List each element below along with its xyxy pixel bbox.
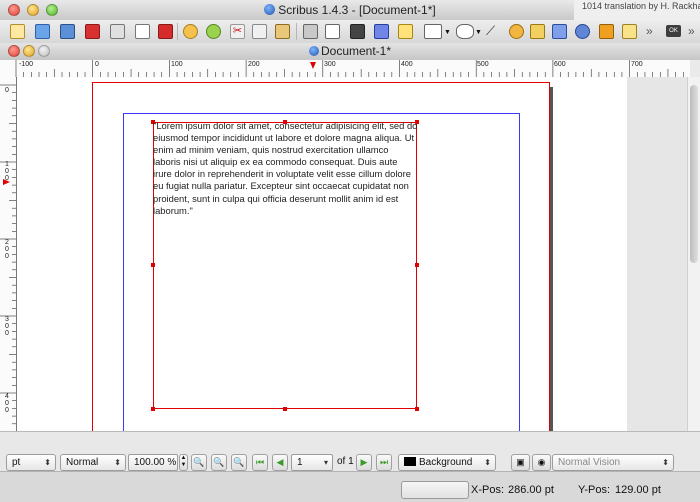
ruler-label: 200 <box>248 61 260 68</box>
document-icon <box>308 46 319 56</box>
freehand-line-icon[interactable] <box>530 24 545 39</box>
new-document-icon[interactable] <box>10 24 25 39</box>
app-title-bar: Scribus 1.4.3 - [Document-1*] 1014 trans… <box>0 0 700 21</box>
edit-contents-icon[interactable] <box>599 24 614 39</box>
ruler-label: 0 <box>95 61 99 68</box>
vertical-scrollbar-thumb[interactable] <box>690 85 698 263</box>
progress-bar <box>401 481 469 499</box>
view-mode-icon[interactable]: ◉ <box>532 454 551 471</box>
resize-handle[interactable] <box>151 407 155 411</box>
horizontal-cursor-marker <box>310 62 316 69</box>
vertical-ruler[interactable]: 0 1 0 0 2 0 0 3 0 0 4 0 0 <box>0 77 17 431</box>
rotate-item-icon[interactable] <box>552 24 567 39</box>
y-position-label: Y-Pos: <box>578 484 611 496</box>
document-title: Document-1* <box>0 44 700 58</box>
canvas-pasteboard[interactable] <box>627 77 687 431</box>
layer-select[interactable]: Background ⬍ <box>398 454 496 471</box>
page-number-input[interactable]: 1 ▾ <box>291 454 333 471</box>
first-page-icon[interactable]: ⏮ <box>252 454 268 471</box>
main-toolbar: ✂ ▼ ▼ ⟋ » OK » <box>0 20 700 44</box>
zoom-actual-size-icon[interactable]: 🔍 <box>211 454 227 471</box>
zoom-tool-icon[interactable] <box>575 24 590 39</box>
ruler-label: 300 <box>324 61 336 68</box>
bottom-control-bar: pt ⬍ Normal ⬍ 100.00 % ▲ ▼ 🔍 🔍 🔍 ⏮ ◀ 1 ▾ of … <box>0 431 700 472</box>
polygon-dropdown-arrow-icon[interactable]: ▼ <box>475 29 482 36</box>
bezier-icon[interactable] <box>509 24 524 39</box>
ruler-label: 4 0 0 <box>5 393 9 414</box>
toolbar-overflow-right-icon[interactable]: » <box>688 24 695 38</box>
x-position-label: X-Pos: <box>471 484 505 496</box>
resize-handle[interactable] <box>151 263 155 267</box>
document-title-bar: Document-1* <box>0 43 700 61</box>
horizontal-ruler[interactable]: -100 0 100 200 300 400 500 600 700 <box>0 60 690 78</box>
toolbar-overflow-icon[interactable]: » <box>646 24 653 38</box>
zoom-stepper[interactable]: ▲ ▼ <box>179 454 188 471</box>
view-mode-select[interactable]: Normal Vision ⬍ <box>552 454 674 471</box>
y-position-value: 129.00 pt <box>615 484 661 496</box>
horizontal-ruler-ticks <box>15 60 684 77</box>
chevron-down-icon: ▾ <box>323 458 328 467</box>
previous-page-icon[interactable]: ◀ <box>272 454 288 471</box>
image-frame-icon[interactable] <box>350 24 365 39</box>
save-document-icon[interactable] <box>60 24 75 39</box>
polygon-icon[interactable] <box>456 24 474 39</box>
page-count-label: of 1 <box>337 456 354 467</box>
next-page-icon[interactable]: ▶ <box>356 454 372 471</box>
shape-dropdown-arrow-icon[interactable]: ▼ <box>444 29 451 36</box>
ruler-label: 2 0 0 <box>5 239 9 260</box>
updown-arrows-icon: ⬍ <box>44 458 51 467</box>
last-page-icon[interactable]: ⏭ <box>376 454 392 471</box>
ruler-corner <box>690 60 700 78</box>
story-editor-icon[interactable] <box>622 24 637 39</box>
ruler-label: 3 0 0 <box>5 316 9 337</box>
copy-icon[interactable] <box>252 24 267 39</box>
ok-button[interactable]: OK <box>666 25 681 37</box>
status-bar: X-Pos: 286.00 pt Y-Pos: 129.00 pt <box>0 471 700 502</box>
layer-color-swatch <box>404 457 416 466</box>
preview-mode-icon[interactable]: ▣ <box>511 454 530 471</box>
image-mode-select[interactable]: Normal ⬍ <box>60 454 126 471</box>
open-document-icon[interactable] <box>35 24 50 39</box>
close-document-icon[interactable] <box>85 24 100 39</box>
table-icon[interactable] <box>398 24 413 39</box>
text-frame-content[interactable]: "Lorem ipsum dolor sit amet, consectetur… <box>153 120 418 217</box>
ruler-label: 500 <box>477 61 489 68</box>
vertical-cursor-marker <box>3 179 10 185</box>
ruler-label: 600 <box>554 61 566 68</box>
ruler-label: 0 <box>5 87 9 94</box>
ruler-label: 100 <box>171 61 183 68</box>
unit-select[interactable]: pt ⬍ <box>6 454 56 471</box>
ruler-label: 400 <box>401 61 413 68</box>
resize-handle[interactable] <box>283 407 287 411</box>
undo-icon[interactable] <box>183 24 198 39</box>
zoom-in-icon[interactable]: 🔍 <box>231 454 247 471</box>
toolbar-separator <box>177 23 178 40</box>
select-item-icon[interactable] <box>303 24 318 39</box>
line-icon[interactable]: ⟋ <box>486 23 495 39</box>
export-pdf-icon[interactable] <box>158 24 173 39</box>
updown-arrows-icon: ⬍ <box>484 458 491 467</box>
paste-icon[interactable] <box>275 24 290 39</box>
background-window-title: 1014 translation by H. Rackham <box>574 0 700 20</box>
preflight-icon[interactable] <box>135 24 150 39</box>
zoom-input[interactable]: 100.00 % <box>128 454 178 471</box>
print-icon[interactable] <box>110 24 125 39</box>
cut-icon[interactable]: ✂ <box>230 24 245 39</box>
text-frame-icon[interactable] <box>325 24 340 39</box>
resize-handle[interactable] <box>415 407 419 411</box>
updown-arrows-icon: ⬍ <box>662 458 669 467</box>
resize-handle[interactable] <box>415 263 419 267</box>
ruler-label: 700 <box>631 61 643 68</box>
ruler-label: -100 <box>19 61 34 68</box>
x-position-value: 286.00 pt <box>508 484 554 496</box>
updown-arrows-icon: ⬍ <box>114 458 121 467</box>
scribus-logo-icon <box>264 4 276 15</box>
redo-icon[interactable] <box>206 24 221 39</box>
zoom-out-icon[interactable]: 🔍 <box>191 454 207 471</box>
render-frame-icon[interactable] <box>374 24 389 39</box>
toolbar-separator <box>296 23 297 40</box>
vertical-scrollbar[interactable] <box>687 77 700 431</box>
shape-icon[interactable] <box>424 24 442 39</box>
